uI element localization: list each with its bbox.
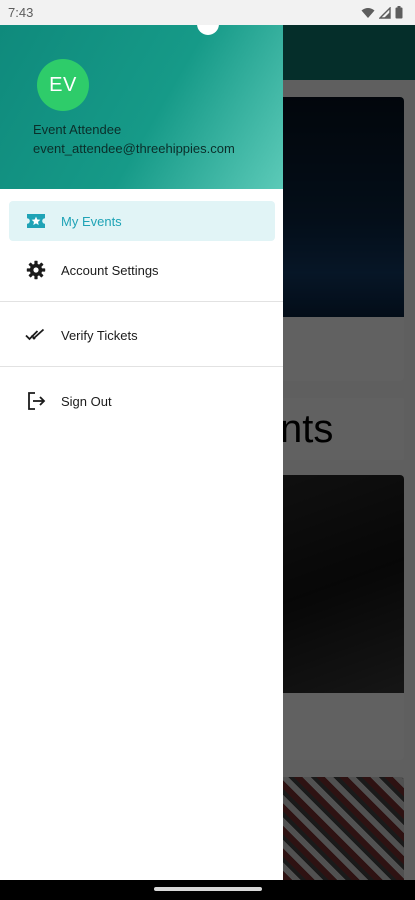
navigation-drawer: EV Event Attendee event_attendee@threehi…	[0, 13, 283, 880]
home-gesture-handle[interactable]	[154, 887, 262, 891]
drawer-header: EV Event Attendee event_attendee@threehi…	[0, 13, 283, 189]
double-check-icon	[21, 328, 51, 342]
menu-item-verify-tickets[interactable]: Verify Tickets	[9, 315, 275, 355]
status-bar: 7:43	[0, 0, 415, 25]
avatar: EV	[37, 59, 89, 111]
menu-item-label: Sign Out	[61, 393, 112, 409]
ticket-star-icon	[21, 213, 51, 229]
signal-icon	[379, 6, 391, 19]
menu-item-label: Account Settings	[61, 262, 159, 278]
menu-divider	[0, 366, 283, 367]
menu-divider	[0, 301, 283, 302]
sign-out-icon	[21, 391, 51, 411]
menu-item-sign-out[interactable]: Sign Out	[9, 381, 275, 421]
status-icons	[361, 6, 403, 19]
battery-icon	[395, 6, 403, 19]
gear-icon	[21, 260, 51, 280]
user-name: Event Attendee	[33, 122, 122, 137]
menu-item-my-events[interactable]: My Events	[9, 201, 275, 241]
menu-item-account-settings[interactable]: Account Settings	[9, 250, 275, 290]
system-nav-bar	[0, 880, 415, 900]
wifi-icon	[361, 7, 375, 19]
user-email: event_attendee@threehippies.com	[33, 141, 235, 156]
status-time: 7:43	[8, 5, 34, 20]
menu-item-label: My Events	[61, 213, 122, 229]
menu-item-label: Verify Tickets	[61, 327, 138, 343]
screen: 7:43 nts EV Event Attendee event_attend	[0, 0, 415, 900]
